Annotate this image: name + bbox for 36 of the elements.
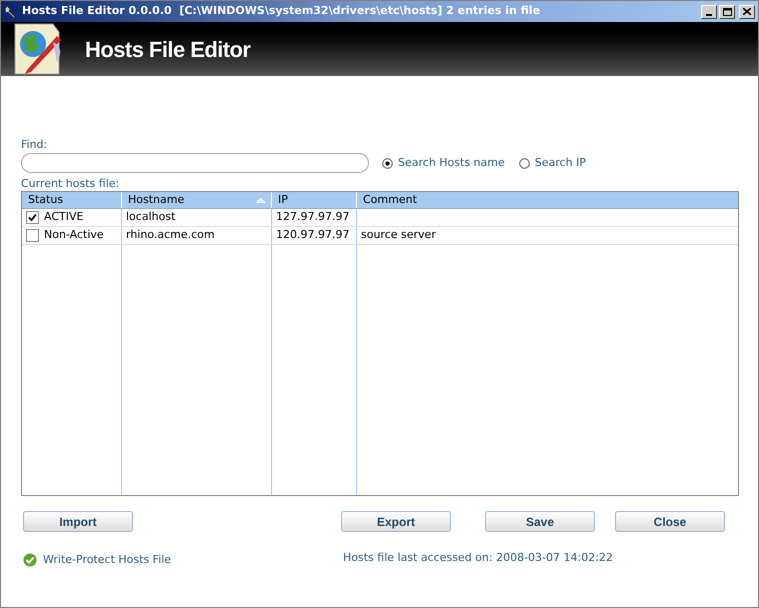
last-accessed-text: Hosts file last accessed on: 2008-03-07 14:02:22: [343, 550, 613, 566]
action-button[interactable]: Save: [485, 511, 595, 532]
table-cell-text: source server: [361, 227, 436, 244]
minimize-button[interactable]: [701, 4, 717, 18]
find-field[interactable]: [21, 153, 369, 173]
radio-button[interactable]: [518, 158, 530, 168]
column-header[interactable]: Hostname: [122, 192, 272, 208]
status-text: ACTIVE: [44, 209, 84, 226]
status-text: Non-Active: [44, 227, 104, 244]
maximize-icon: [722, 8, 732, 16]
find-label: Find:: [21, 138, 48, 152]
table-cell-text: localhost: [126, 209, 176, 226]
checkbox[interactable]: [26, 211, 39, 224]
action-button[interactable]: Export: [341, 511, 451, 532]
radio-label: Search IP: [534, 154, 586, 171]
radio-button[interactable]: [382, 158, 393, 168]
banner-title: Hosts File Editor: [85, 36, 250, 64]
action-button[interactable]: Import: [23, 511, 133, 532]
write-protect-label: Write-Protect Hosts File: [43, 552, 172, 568]
check-icon[interactable]: [23, 553, 37, 568]
window-title: Hosts File Editor 0.0.0.0 [C:\WINDOWS\system32\drivers\etc\hosts] 2 entries in file: [22, 3, 540, 20]
checkbox[interactable]: [26, 229, 39, 242]
maximize-button[interactable]: [719, 4, 735, 18]
column-header[interactable]: Status: [22, 192, 122, 208]
table-cell-text: 127.97.97.97: [276, 209, 350, 226]
minimize-icon: [706, 14, 712, 16]
table-cell-text: 120.97.97.97: [276, 227, 350, 244]
wrench-icon: [4, 4, 18, 18]
action-button[interactable]: Close: [615, 511, 725, 532]
column-header[interactable]: Comment: [357, 192, 738, 208]
table-label: Current hosts file:: [21, 177, 120, 191]
close-button[interactable]: [739, 4, 755, 18]
table-cell-text: rhino.acme.com: [126, 227, 215, 244]
close-icon: [743, 8, 751, 15]
radio-label: Search Hosts name: [398, 154, 505, 171]
column-header[interactable]: IP: [272, 192, 357, 208]
